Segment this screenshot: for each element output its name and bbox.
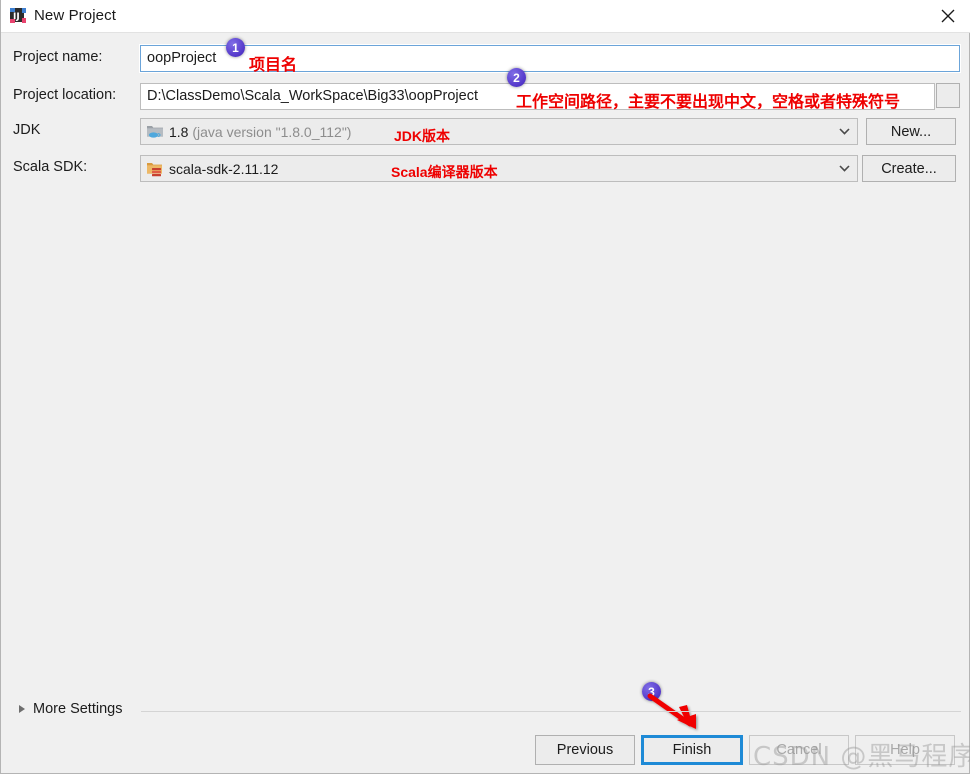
- scala-sdk-combobox[interactable]: scala-sdk-2.11.12: [140, 155, 858, 182]
- previous-button[interactable]: Previous: [535, 735, 635, 765]
- intellij-idea-icon: IJ: [9, 7, 27, 25]
- dialog-button-bar: Previous Finish Cancel Help: [1, 735, 969, 767]
- project-name-value: oopProject: [147, 50, 217, 66]
- row-project-location: Project location: D:\ClassDemo\Scala_Wor…: [1, 83, 969, 111]
- title-bar: IJ New Project: [1, 0, 970, 33]
- chevron-right-icon: [19, 705, 25, 713]
- more-settings-label: More Settings: [33, 701, 123, 717]
- row-jdk: JDK 1.8 (java version "1.8.0_112") New..…: [1, 118, 969, 146]
- badge-2: 2: [507, 68, 526, 87]
- project-location-input[interactable]: D:\ClassDemo\Scala_WorkSpace\Big33\oopPr…: [140, 83, 935, 110]
- scala-sdk-value: scala-sdk-2.11.12: [169, 161, 279, 177]
- chevron-down-icon[interactable]: [831, 119, 857, 144]
- jdk-combobox[interactable]: 1.8 (java version "1.8.0_112"): [140, 118, 858, 145]
- scala-create-button[interactable]: Create...: [862, 155, 956, 182]
- row-project-name: Project name: oopProject: [1, 44, 969, 73]
- more-settings-divider: [141, 711, 961, 712]
- badge-3: 3: [642, 682, 661, 701]
- project-location-value: D:\ClassDemo\Scala_WorkSpace\Big33\oopPr…: [147, 88, 478, 104]
- project-location-label: Project location:: [13, 87, 117, 103]
- scala-sdk-folder-icon: [146, 160, 164, 177]
- jdk-version-detail: (java version "1.8.0_112"): [192, 124, 352, 140]
- jdk-folder-icon: [146, 123, 164, 140]
- new-project-dialog: IJ New Project Project name: oopProject …: [0, 0, 970, 774]
- project-name-input[interactable]: oopProject: [139, 44, 961, 73]
- finish-button[interactable]: Finish: [641, 735, 743, 765]
- project-form: Project name: oopProject Project locatio…: [1, 33, 969, 673]
- jdk-value: 1.8 (java version "1.8.0_112"): [169, 124, 351, 140]
- help-button[interactable]: Help: [855, 735, 955, 765]
- badge-1: 1: [226, 38, 245, 57]
- window-title: New Project: [34, 7, 116, 24]
- cancel-button[interactable]: Cancel: [749, 735, 849, 765]
- jdk-version: 1.8: [169, 124, 189, 140]
- project-name-label: Project name:: [13, 49, 103, 65]
- browse-folder-button[interactable]: [936, 83, 960, 108]
- svg-text:IJ: IJ: [13, 12, 20, 22]
- jdk-label: JDK: [13, 122, 41, 138]
- close-icon[interactable]: [925, 0, 970, 32]
- scala-sdk-label: Scala SDK:: [13, 159, 88, 175]
- row-scala-sdk: Scala SDK: scala-sdk-2.11.12 Create...: [1, 155, 969, 183]
- chevron-down-icon[interactable]: [831, 156, 857, 181]
- more-settings-toggle[interactable]: More Settings: [19, 701, 122, 717]
- jdk-new-button[interactable]: New...: [866, 118, 956, 145]
